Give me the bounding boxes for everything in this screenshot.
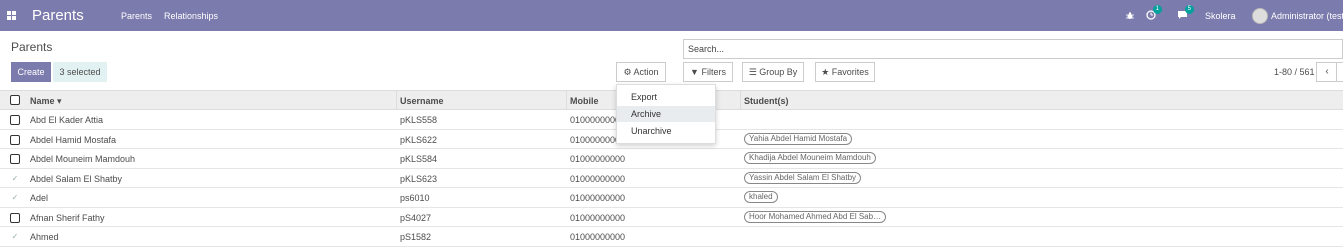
cell-name: Afnan Sherif Fathy: [30, 212, 105, 223]
pager-previous-button[interactable]: ‹: [1316, 62, 1338, 82]
list-icon: ☰: [748, 67, 757, 77]
company-switcher[interactable]: Skolera: [1205, 0, 1236, 31]
breadcrumb: Parents: [11, 40, 53, 54]
cell-username: pKLS558: [400, 115, 438, 125]
cell-name: Abdel Salam El Shatby: [30, 173, 123, 184]
cell-mobile: 01000000000: [570, 154, 626, 164]
student-tag: khaled: [744, 191, 778, 203]
favorites-button[interactable]: ★ Favorites: [815, 62, 875, 82]
menu-relationships[interactable]: Relationships: [164, 11, 218, 21]
sort-down-icon: ▾: [57, 96, 62, 106]
cell-name: Abdel Hamid Mostafa: [30, 134, 117, 145]
messages-badge: 5: [1184, 4, 1194, 14]
cell-mobile: 01000000000: [570, 212, 626, 223]
cell-username: pS4027: [400, 212, 432, 223]
row-checkbox[interactable]: [10, 154, 20, 164]
row-checkbox[interactable]: [10, 212, 20, 223]
student-tag: Khadija Abdel Mouneim Mamdouh: [744, 152, 876, 164]
filter-icon: ▼: [690, 67, 699, 77]
selected-count: 3 selected: [53, 62, 107, 82]
user-menu[interactable]: Administrator (testi: [1252, 0, 1343, 31]
column-header-name[interactable]: Name ▾: [30, 96, 62, 107]
menu-parents[interactable]: Parents: [121, 11, 152, 21]
group-by-button[interactable]: ☰ Group By: [742, 62, 804, 82]
cell-name: Ahmed: [30, 232, 59, 242]
action-dropdown-menu: Export Archive Unarchive: [616, 84, 716, 144]
column-header-mobile[interactable]: Mobile: [570, 96, 599, 106]
row-checkbox[interactable]: [10, 115, 20, 125]
app-title: Parents: [32, 7, 84, 24]
activity-badge: 1: [1152, 4, 1162, 14]
select-all-checkbox[interactable]: [10, 95, 20, 105]
table-row[interactable]: ✓ Abdel Salam El Shatby pKLS623 01000000000…: [0, 169, 1343, 188]
table-row[interactable]: Abdel Mouneim Mamdouh pKLS584 01000000000 K…: [0, 149, 1343, 169]
favorites-label: Favorites: [831, 67, 869, 77]
table-row[interactable]: ✓ Adel ps6010 01000000000 khaled: [0, 188, 1343, 208]
action-label: Action: [633, 67, 659, 77]
user-name: Administrator (testi: [1271, 10, 1343, 21]
cell-username: pKLS584: [400, 154, 438, 164]
row-checkbox[interactable]: ✓: [10, 174, 20, 184]
search-input[interactable]: [683, 39, 1343, 59]
cell-name: Abdel Mouneim Mamdouh: [30, 154, 136, 164]
filters-button[interactable]: ▼ Filters: [683, 62, 733, 82]
star-icon: ★: [821, 67, 830, 77]
action-button[interactable]: ⚙ Action: [616, 62, 666, 82]
cell-username: pKLS623: [400, 173, 438, 184]
top-navbar: Parents Parents Relationships 1 5 Skoler…: [0, 0, 1343, 31]
table-row[interactable]: ✓ Ahmed pS1582 01000000000: [0, 227, 1343, 247]
cell-mobile: 01000000000: [570, 173, 626, 184]
bug-icon[interactable]: [1125, 0, 1135, 31]
cell-name: Adel: [30, 193, 49, 203]
activity-icon[interactable]: 1: [1146, 0, 1162, 31]
menu-item-export[interactable]: Export: [617, 89, 715, 105]
cell-username: ps6010: [400, 193, 430, 203]
student-tag: Hoor Mohamed Ahmed Abd El Sab…: [744, 210, 887, 223]
messages-icon[interactable]: 5: [1177, 0, 1194, 31]
group-by-label: Group By: [759, 67, 798, 77]
column-header-students[interactable]: Student(s): [744, 96, 789, 106]
cell-mobile: 01000000000: [570, 232, 626, 242]
student-tag: Yahia Abdel Hamid Mostafa: [744, 132, 853, 145]
student-tag: Yassin Abdel Salam El Shatby: [744, 171, 862, 184]
gear-icon: ⚙: [623, 67, 632, 77]
menu-item-unarchive[interactable]: Unarchive: [617, 123, 715, 139]
cell-username: pS1582: [400, 232, 432, 242]
apps-grid-icon[interactable]: [7, 11, 16, 20]
pager-next-button[interactable]: [1336, 62, 1343, 82]
cell-name: Abd El Kader Attia: [30, 115, 104, 125]
filters-label: Filters: [701, 67, 726, 77]
cell-username: pKLS622: [400, 134, 438, 145]
row-checkbox[interactable]: ✓: [10, 232, 20, 242]
create-button[interactable]: Create: [11, 62, 51, 82]
menu-item-archive[interactable]: Archive: [617, 106, 715, 122]
row-checkbox[interactable]: ✓: [10, 193, 20, 203]
avatar: [1252, 7, 1268, 24]
table-row[interactable]: Afnan Sherif Fathy pS4027 01000000000 Hoor …: [0, 208, 1343, 227]
pager-value[interactable]: 1-80 / 561: [1274, 67, 1315, 77]
row-checkbox[interactable]: [10, 134, 20, 145]
column-header-username[interactable]: Username: [400, 96, 444, 106]
cell-mobile: 01000000000: [570, 193, 626, 203]
